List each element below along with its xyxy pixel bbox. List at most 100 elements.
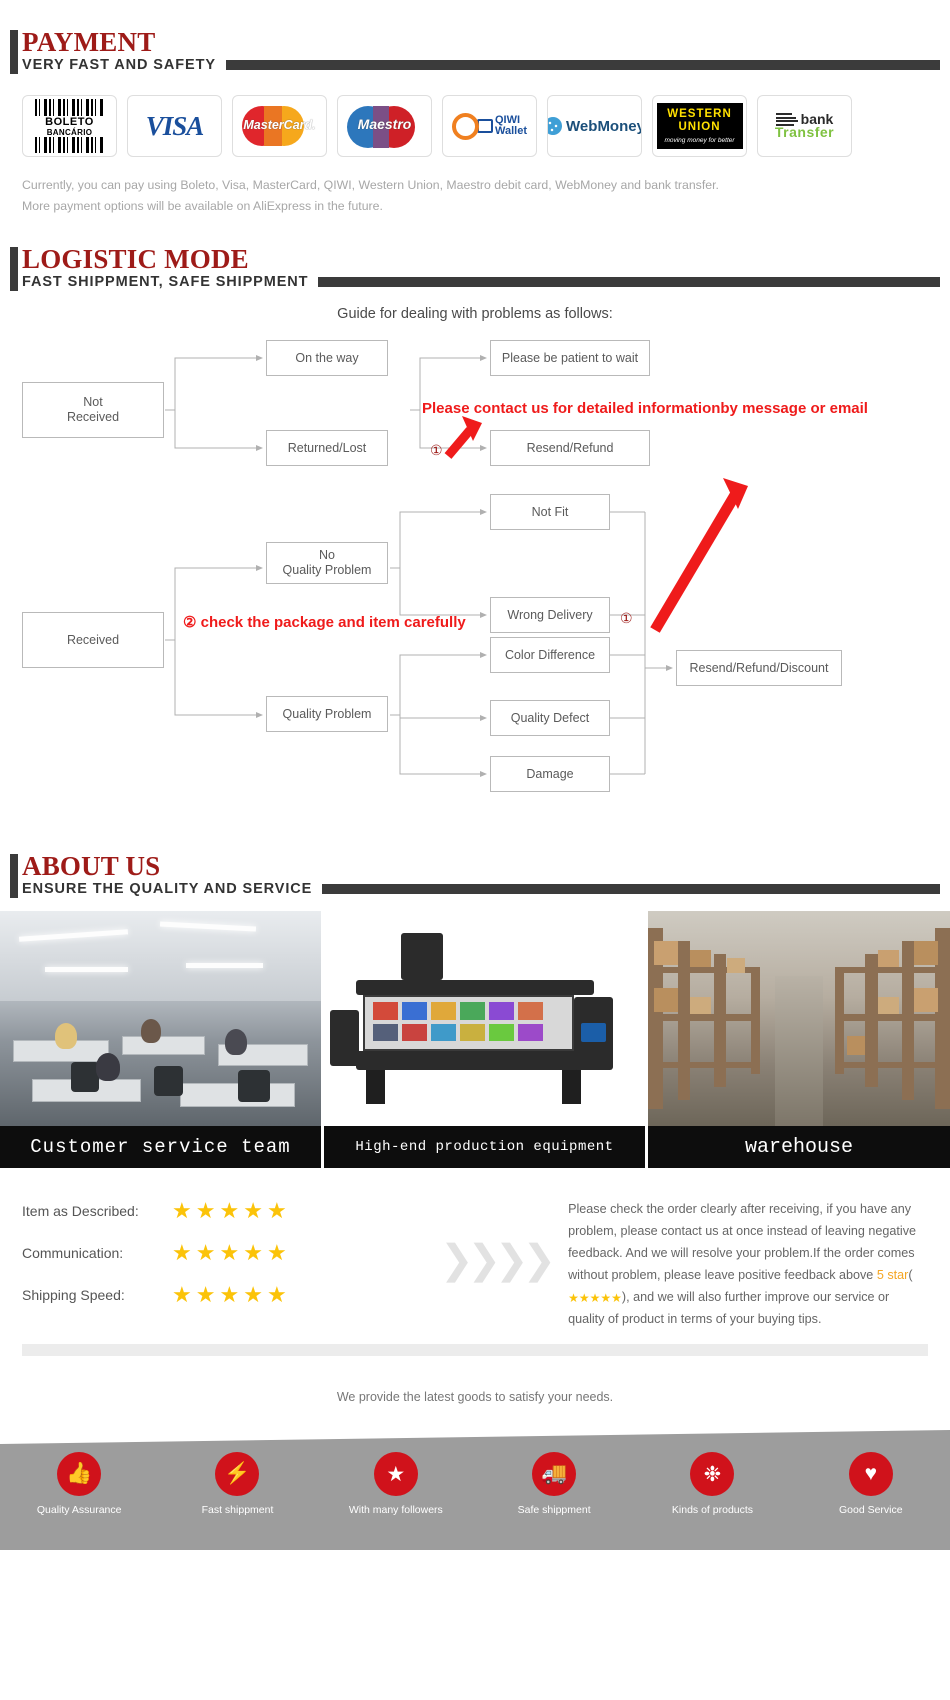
star-icon: ★: [243, 1282, 263, 1307]
star-icon: ★: [172, 1240, 192, 1265]
inline-rating-stars: ★ ★ ★ ★ ★: [568, 1292, 622, 1304]
red-arrow-large: [650, 478, 748, 633]
flowbox-label: Not Fit: [531, 504, 569, 519]
star-icon: ★: [600, 1291, 612, 1305]
about-subtitle: ENSURE THE QUALITY AND SERVICE: [22, 881, 313, 897]
barcode-icon-lower: [34, 136, 105, 153]
flowbox-no-quality-problem[interactable]: No Quality Problem: [266, 542, 388, 584]
flowbox-not-fit[interactable]: Not Fit: [490, 494, 610, 530]
office-scene-illustration: [0, 911, 321, 1126]
flowbox-label: Quality Defect: [510, 710, 590, 725]
flowbox-not-received[interactable]: Not Received: [22, 382, 164, 438]
rating-label: Shipping Speed:: [22, 1287, 125, 1303]
flowbox-on-the-way[interactable]: On the way: [266, 340, 388, 376]
flowbox-color-difference[interactable]: Color Difference: [490, 637, 610, 673]
service-label: Safe shippment: [517, 1504, 591, 1516]
header-rule: [322, 884, 940, 894]
service-fast-shipment[interactable]: ⚡ Fast shippment: [158, 1452, 316, 1516]
payment-note-line-2: More payment options will be available o…: [22, 199, 383, 213]
service-label: Quality Assurance: [36, 1504, 122, 1516]
payment-note-line-1: Currently, you can pay using Boleto, Vis…: [22, 178, 719, 192]
payment-method-visa[interactable]: VISA: [127, 95, 222, 157]
safe-shipment-icon: 🚚: [532, 1452, 577, 1496]
quality-assurance-icon: 👍: [57, 1452, 102, 1496]
mastercard-logo: MasterCard.: [238, 101, 322, 151]
rating-row-shipping-speed: Shipping Speed: ★ ★ ★ ★ ★: [22, 1274, 422, 1316]
flowbox-damage[interactable]: Damage: [490, 756, 610, 792]
tagline-text: We provide the latest goods to satisfy y…: [336, 1390, 614, 1404]
payment-method-webmoney[interactable]: WebMoney: [547, 95, 642, 157]
rating-row-item-as-described: Item as Described: ★ ★ ★ ★ ★: [22, 1190, 422, 1232]
rating-stars-item-as-described: ★ ★ ★ ★ ★: [172, 1200, 287, 1222]
webmoney-logo: WebMoney: [548, 117, 642, 135]
feedback-section: Item as Described: ★ ★ ★ ★ ★ Communication: …: [0, 1168, 950, 1430]
about-title: ABOUT US: [22, 851, 161, 881]
flowbox-label: Resend/Refund: [526, 440, 614, 455]
flowbox-received[interactable]: Received: [22, 612, 164, 668]
flowbox-please-wait[interactable]: Please be patient to wait: [490, 340, 650, 376]
flowbox-label: Color Difference: [504, 647, 596, 662]
flowbox-label: Returned/Lost: [287, 440, 367, 455]
service-quality-assurance[interactable]: 👍 Quality Assurance: [0, 1452, 158, 1516]
fast-shipment-icon: ⚡: [215, 1452, 260, 1496]
payment-method-qiwi[interactable]: QIWI Wallet: [442, 95, 537, 157]
flowbox-label: Received: [66, 632, 120, 647]
logistic-header: LOGISTIC MODE FAST SHIPPMENT, SAFE SHIPP…: [0, 244, 950, 291]
star-icon: ★: [172, 1198, 192, 1223]
qiwi-wallet-icon: [477, 119, 493, 133]
globe-icon: [548, 117, 563, 135]
star-icon: ★: [568, 1291, 579, 1305]
service-label: Good Service: [838, 1504, 903, 1516]
star-icon: ★: [578, 1291, 590, 1305]
service-safe-shipment[interactable]: 🚚 Safe shippment: [475, 1452, 633, 1516]
flowbox-resend-refund-discount[interactable]: Resend/Refund/Discount: [676, 650, 842, 686]
star-icon: ★: [243, 1198, 263, 1223]
rating-label: Communication:: [22, 1245, 124, 1261]
header-accent-bar: [10, 854, 18, 898]
star-icon: ★: [219, 1282, 240, 1307]
ratings-list: Item as Described: ★ ★ ★ ★ ★ Communication: …: [22, 1190, 422, 1330]
service-kinds-of-products[interactable]: ❉ Kinds of products: [633, 1452, 791, 1516]
red-arrow-small: [444, 416, 482, 459]
payment-method-maestro[interactable]: Maestro: [337, 95, 432, 157]
payment-method-mastercard[interactable]: MasterCard.: [232, 95, 327, 157]
service-label: Kinds of products: [671, 1504, 754, 1516]
payment-method-bank-transfer[interactable]: bank Transfer: [757, 95, 852, 157]
mastercard-label: MasterCard.: [243, 118, 316, 132]
payment-method-western-union[interactable]: WESTERN UNION moving money for better: [652, 95, 747, 157]
flowbox-quality-defect[interactable]: Quality Defect: [490, 700, 610, 736]
webmoney-label: WebMoney: [566, 117, 642, 135]
marker-circle-2: ①: [620, 610, 633, 626]
boleto-bancario-logo: BOLETO BANCÁRIO: [34, 99, 106, 153]
about-us-section: ABOUT US ENSURE THE QUALITY AND SERVICE: [0, 830, 950, 1168]
flowbox-quality-problem[interactable]: Quality Problem: [266, 696, 388, 732]
services-list: 👍 Quality Assurance ⚡ Fast shippment ★ W…: [0, 1452, 950, 1516]
caption-production-equipment: High-end production equipment: [323, 1126, 645, 1168]
photo-customer-service-team: [0, 911, 321, 1126]
flowbox-wrong-delivery[interactable]: Wrong Delivery: [490, 597, 610, 633]
service-many-followers[interactable]: ★ With many followers: [317, 1452, 475, 1516]
header-rule: [225, 60, 940, 70]
star-icon: ★: [195, 1198, 216, 1223]
flowbox-label: No Quality Problem: [282, 548, 372, 577]
marker-circle-1: ①: [430, 442, 443, 458]
star-icon: ★: [172, 1282, 192, 1307]
chevrons-right-icon: ❯❯❯❯: [440, 1238, 556, 1282]
logistic-title: LOGISTIC MODE: [22, 244, 249, 274]
rating-stars-shipping-speed: ★ ★ ★ ★ ★: [172, 1284, 287, 1306]
flowbox-resend-refund[interactable]: Resend/Refund: [490, 430, 650, 466]
flowbox-label: Wrong Delivery: [507, 607, 593, 622]
flowbox-returned-lost[interactable]: Returned/Lost: [266, 430, 388, 466]
wu-label-2: UNION: [678, 121, 721, 133]
western-union-logo: WESTERN UNION moving money for better: [656, 103, 743, 149]
service-good-service[interactable]: ♥ Good Service: [792, 1452, 950, 1516]
feedback-instructions: Please check the order clearly after rec…: [568, 1190, 928, 1330]
payment-method-boleto[interactable]: BOLETO BANCÁRIO: [22, 95, 117, 157]
qiwi-label-2: Wallet: [495, 125, 527, 137]
page-title: PAYMENT: [22, 27, 156, 57]
feedback-highlight-5-star: 5 star: [876, 1268, 909, 1282]
red-note-contact-us: Please contact us for detailed informati…: [422, 400, 868, 417]
barcode-icon: [34, 99, 105, 116]
logistic-subtitle: FAST SHIPPMENT, SAFE SHIPPMENT: [22, 274, 309, 290]
boleto-label-2: BANCÁRIO: [46, 127, 93, 137]
